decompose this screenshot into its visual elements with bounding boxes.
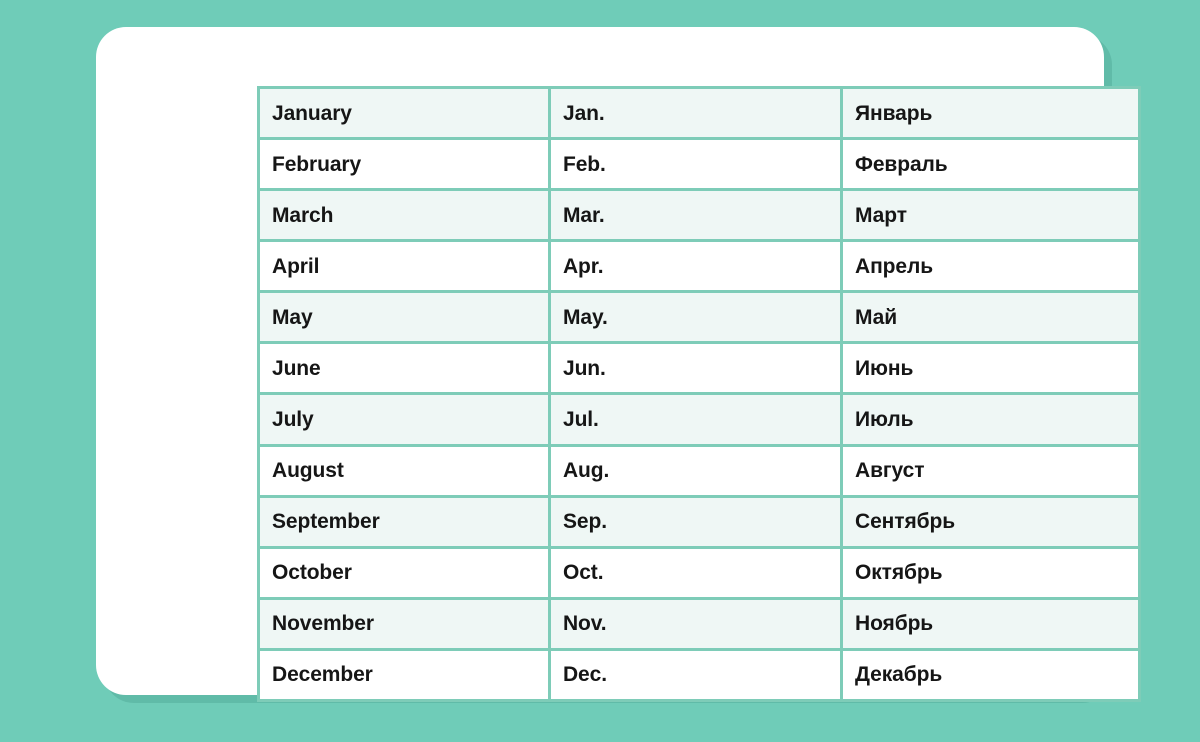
table-row: November Nov. Ноябрь: [257, 596, 1141, 651]
table-row: January Jan. Январь: [257, 85, 1141, 141]
table-row: February Feb. Февраль: [257, 137, 1141, 192]
cell-month-full-name: June: [257, 341, 551, 396]
cell-month-russian-name: Май: [840, 290, 1141, 345]
cell-month-abbreviation: Mar.: [547, 188, 844, 243]
cell-month-russian-name: Декабрь: [840, 647, 1141, 702]
cell-month-abbreviation: Nov.: [547, 596, 844, 651]
table-row: July Jul. Июль: [257, 392, 1141, 447]
cell-month-abbreviation: Aug.: [547, 443, 844, 498]
cell-month-russian-name: Июнь: [840, 341, 1141, 396]
cell-month-abbreviation: May.: [547, 290, 844, 345]
cell-month-russian-name: Ноябрь: [840, 596, 1141, 651]
cell-month-abbreviation: Jul.: [547, 392, 844, 447]
cell-month-russian-name: Сентябрь: [840, 494, 1141, 549]
cell-month-russian-name: Июль: [840, 392, 1141, 447]
table-row: March Mar. Март: [257, 188, 1141, 243]
months-table-container: January Jan. Январь February Feb. Февраль Marc…: [257, 85, 1141, 702]
cell-month-abbreviation: Jan.: [547, 85, 844, 141]
cell-month-russian-name: Август: [840, 443, 1141, 498]
cell-month-full-name: February: [257, 137, 551, 192]
table-row: September Sep. Сентябрь: [257, 494, 1141, 549]
table-row: October Oct. Октябрь: [257, 545, 1141, 600]
table-row: December Dec. Декабрь: [257, 647, 1141, 702]
cell-month-russian-name: Март: [840, 188, 1141, 243]
page-root: January Jan. Январь February Feb. Февраль Marc…: [0, 0, 1200, 742]
cell-month-russian-name: Январь: [840, 85, 1141, 141]
table-row: April Apr. Апрель: [257, 239, 1141, 294]
cell-month-full-name: August: [257, 443, 551, 498]
cell-month-full-name: April: [257, 239, 551, 294]
cell-month-abbreviation: Jun.: [547, 341, 844, 396]
cell-month-russian-name: Апрель: [840, 239, 1141, 294]
cell-month-full-name: March: [257, 188, 551, 243]
cell-month-full-name: September: [257, 494, 551, 549]
cell-month-full-name: December: [257, 647, 551, 702]
months-table-body: January Jan. Январь February Feb. Февраль Marc…: [257, 85, 1141, 702]
cell-month-abbreviation: Dec.: [547, 647, 844, 702]
cell-month-full-name: November: [257, 596, 551, 651]
content-card: January Jan. Январь February Feb. Февраль Marc…: [96, 27, 1141, 702]
cell-month-russian-name: Февраль: [840, 137, 1141, 192]
table-row: August Aug. Август: [257, 443, 1141, 498]
cell-month-full-name: May: [257, 290, 551, 345]
months-table: January Jan. Январь February Feb. Февраль Marc…: [257, 85, 1141, 702]
cell-month-abbreviation: Apr.: [547, 239, 844, 294]
cell-month-abbreviation: Oct.: [547, 545, 844, 600]
cell-month-abbreviation: Feb.: [547, 137, 844, 192]
cell-month-full-name: January: [257, 85, 551, 141]
cell-month-russian-name: Октябрь: [840, 545, 1141, 600]
cell-month-abbreviation: Sep.: [547, 494, 844, 549]
table-row: June Jun. Июнь: [257, 341, 1141, 396]
cell-month-full-name: July: [257, 392, 551, 447]
table-row: May May. Май: [257, 290, 1141, 345]
cell-month-full-name: October: [257, 545, 551, 600]
